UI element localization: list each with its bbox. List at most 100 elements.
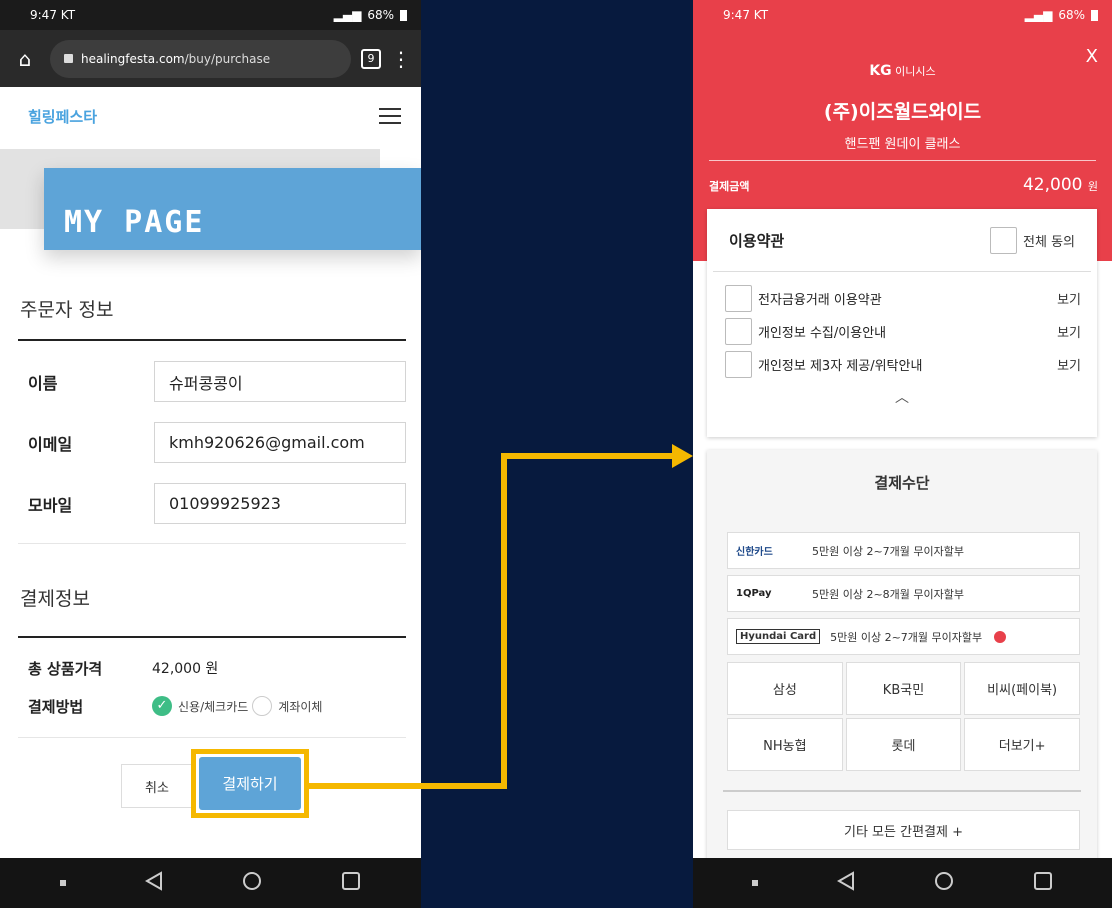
right-phone-screen: 9:47 KT ▂▄▆ 68% X KG 이니시스 (주)이즈월드와이드 핸드팬… <box>693 0 1112 908</box>
checkbox-icon[interactable] <box>725 351 752 378</box>
card-company-grid: 삼성 KB국민 비씨(페이북) NH농협 롯데 더보기+ <box>727 662 1080 771</box>
home-circle-icon[interactable] <box>934 871 954 895</box>
agree-all-checkbox[interactable]: 전체 동의 <box>990 226 1075 254</box>
checkbox-icon[interactable] <box>725 318 752 345</box>
mypage-banner: MY PAGE <box>0 145 421 255</box>
promo-shinhan[interactable]: 신한카드 5만원 이상 2~7개월 무이자할부 <box>727 532 1080 569</box>
promo-1qpay[interactable]: 1QPay 5만원 이상 2~8개월 무이자할부 <box>727 575 1080 612</box>
terms-title: 이용약관 <box>729 231 785 250</box>
browser-toolbar: ⌂ healingfesta.com/buy/purchase 9 ⋮ <box>0 30 421 87</box>
promo-text: 5만원 이상 2~7개월 무이자할부 <box>830 630 983 644</box>
action-buttons: 취소 결제하기 <box>0 738 421 848</box>
promo-hyundai[interactable]: Hyundai Card 5만원 이상 2~7개월 무이자할부 <box>727 618 1080 655</box>
payment-info-section-title: 결제정보 <box>20 588 90 610</box>
term-item[interactable]: 전자금융거래 이용약관 보기 <box>707 282 1097 315</box>
terms-header: 이용약관 전체 동의 <box>713 209 1091 272</box>
banner-title: MY PAGE <box>64 205 205 240</box>
card-radio-option[interactable]: ✓ 신용/체크카드 <box>152 696 248 716</box>
mobile-label: 모바일 <box>28 495 73 515</box>
hyundai-card-logo: Hyundai Card <box>736 629 821 644</box>
battery-level: 68% <box>1058 8 1085 22</box>
android-nav-bar <box>693 858 1112 908</box>
status-time: 9:47 KT <box>30 8 76 22</box>
badge-icon <box>994 630 1007 643</box>
name-field[interactable]: 슈퍼콩콩이 <box>154 361 406 402</box>
chevron-up-icon[interactable]: ︿ <box>707 381 1097 407</box>
mobile-field[interactable]: 01099925923 <box>154 483 406 524</box>
payment-method-row: 결제방법 ✓ 신용/체크카드 계좌이체 <box>0 687 421 725</box>
mobile-row: 모바일 01099925923 <box>0 473 421 534</box>
more-cards-button[interactable]: 더보기+ <box>964 718 1080 771</box>
recents-icon[interactable] <box>1033 871 1053 895</box>
amount-number: 42,000 <box>1022 175 1083 195</box>
address-bar[interactable]: healingfesta.com/buy/purchase <box>50 39 351 78</box>
orderer-section-title: 주문자 정보 <box>20 299 114 321</box>
status-icons: ▂▄▆ 68% <box>334 8 407 22</box>
term-label: 전자금융거래 이용약관 <box>758 293 882 308</box>
payment-method-title: 결제수단 <box>874 474 930 492</box>
pg-brand: KG 이니시스 <box>693 63 1112 79</box>
status-icons: ▂▄▆ 68% <box>1025 8 1098 22</box>
amount-value: 42,000 원 <box>1023 175 1098 195</box>
divider <box>18 543 406 544</box>
card-option[interactable]: NH농협 <box>727 718 843 771</box>
home-circle-icon[interactable] <box>242 871 262 895</box>
home-icon[interactable]: ⌂ <box>10 47 40 71</box>
signal-icon: ▂▄▆ <box>1024 8 1053 22</box>
hamburger-menu-icon[interactable] <box>379 108 401 124</box>
checkbox-icon[interactable] <box>725 285 752 312</box>
term-view-link[interactable]: 보기 <box>1057 322 1081 341</box>
recents-icon[interactable] <box>341 871 361 895</box>
site-logo[interactable]: 힐링페스타 <box>28 106 97 127</box>
transfer-radio-option[interactable]: 계좌이체 <box>252 696 322 716</box>
payment-method-label: 결제방법 <box>28 697 84 716</box>
name-label: 이름 <box>28 373 58 393</box>
pg-brand-rest: 이니시스 <box>895 65 936 78</box>
status-bar: 9:47 KT ▂▄▆ 68% <box>693 0 1112 30</box>
term-view-link[interactable]: 보기 <box>1057 289 1081 308</box>
url-path: /buy/purchase <box>184 51 271 66</box>
left-phone-screen: 9:47 KT ▂▄▆ 68% ⌂ healingfesta.com/buy/p… <box>0 0 421 908</box>
shinhan-card-logo: 신한카드 <box>736 547 773 558</box>
term-label: 개인정보 제3자 제공/위탁안내 <box>758 359 923 374</box>
1qpay-logo: 1QPay <box>736 588 772 599</box>
tab-switcher-button[interactable]: 9 <box>361 48 381 69</box>
total-price-value: 42,000 원 <box>152 661 219 677</box>
card-option[interactable]: KB국민 <box>845 662 962 715</box>
back-icon[interactable] <box>144 871 163 895</box>
email-row: 이메일 kmh920626@gmail.com <box>0 412 421 473</box>
merchant-name: (주)이즈월드와이드 <box>823 101 982 123</box>
promo-text: 5만원 이상 2~7개월 무이자할부 <box>812 544 965 558</box>
pg-brand-bold: KG <box>869 63 892 79</box>
android-nav-bar <box>0 858 421 908</box>
term-label: 개인정보 수집/이용안내 <box>758 326 887 341</box>
url-domain: healingfesta.com <box>81 51 185 66</box>
nav-dot-icon <box>59 880 66 886</box>
status-time: 9:47 KT <box>723 8 769 22</box>
transfer-radio-label: 계좌이체 <box>278 699 323 714</box>
total-price-row: 총 상품가격 42,000 원 <box>0 649 421 687</box>
signal-icon: ▂▄▆ <box>333 8 362 22</box>
email-field[interactable]: kmh920626@gmail.com <box>154 422 406 463</box>
card-option[interactable]: 롯데 <box>845 718 962 771</box>
nav-dot-icon <box>752 880 759 886</box>
checkmark-icon: ✓ <box>152 696 172 716</box>
payment-method-card: 결제수단 신한카드 5만원 이상 2~7개월 무이자할부 1QPay 5만원 이… <box>707 450 1097 870</box>
back-icon[interactable] <box>837 871 855 895</box>
term-item[interactable]: 개인정보 제3자 제공/위탁안내 보기 <box>707 348 1097 381</box>
checkbox-icon <box>990 226 1018 254</box>
cancel-button[interactable]: 취소 <box>121 764 193 808</box>
promo-text: 5만원 이상 2~8개월 무이자할부 <box>812 587 965 601</box>
term-item[interactable]: 개인정보 수집/이용안내 보기 <box>707 315 1097 348</box>
easy-pay-button[interactable]: 기타 모든 간편결제 + <box>727 810 1080 850</box>
browser-menu-icon[interactable]: ⋮ <box>391 47 411 71</box>
terms-card: 이용약관 전체 동의 전자금융거래 이용약관 보기 개인정보 수집/이용안내 보… <box>707 209 1097 437</box>
divider <box>709 160 1096 161</box>
term-view-link[interactable]: 보기 <box>1057 355 1081 374</box>
lock-icon <box>64 54 73 63</box>
pay-button[interactable]: 결제하기 <box>199 757 301 810</box>
radio-empty-icon <box>252 696 273 716</box>
card-option[interactable]: 삼성 <box>727 662 843 715</box>
name-row: 이름 슈퍼콩콩이 <box>0 351 421 412</box>
card-option[interactable]: 비씨(페이북) <box>964 662 1080 715</box>
